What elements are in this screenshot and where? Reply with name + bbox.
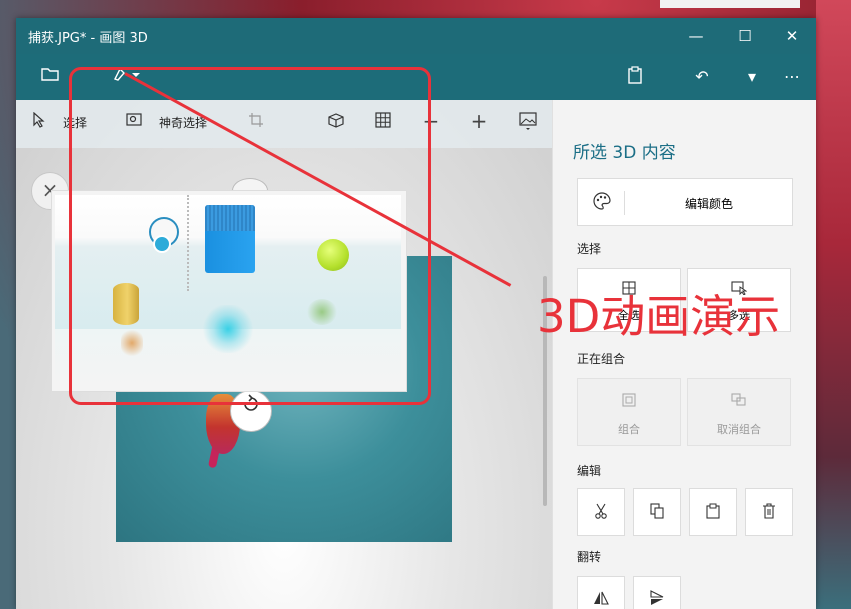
group-section-label: 正在组合 [577, 352, 626, 366]
group-button[interactable]: 组合 [577, 378, 681, 446]
window-title: 捕获.JPG* - 画图 3D [28, 31, 148, 46]
cut-button[interactable] [577, 488, 625, 536]
scissors-icon [578, 503, 624, 523]
flip-horizontal-icon [578, 590, 624, 609]
image-view-icon[interactable] [517, 112, 539, 136]
annotation-highlight-box [69, 67, 431, 405]
ungroup-icon [688, 393, 790, 411]
copy-button[interactable] [633, 488, 681, 536]
flip-horizontal-button[interactable] [577, 576, 625, 609]
folder-icon[interactable] [37, 66, 63, 88]
flip-vertical-icon [634, 590, 680, 609]
title-bar: 捕获.JPG* - 画图 3D — ☐ ✕ [16, 18, 816, 54]
paste-icon[interactable] [622, 66, 648, 88]
delete-button[interactable] [745, 488, 793, 536]
copy-icon [634, 503, 680, 523]
more-icon[interactable]: ⋯ [779, 66, 805, 88]
ungroup-label: 取消组合 [717, 423, 761, 436]
edit-color-label: 编辑颜色 [684, 197, 733, 211]
trash-icon [746, 503, 792, 523]
selected-3d-panel: 所选 3D 内容 编辑颜色 选择 全选 多选 正在组合 组合 取消组合 编辑 翻… [552, 100, 816, 609]
panel-title: 所选 3D 内容 [573, 143, 676, 163]
select-section-label: 选择 [577, 242, 602, 256]
undo-icon[interactable]: ↶ [689, 66, 715, 88]
history-dropdown-icon[interactable]: ▾ [739, 66, 765, 88]
palette-icon [593, 192, 611, 214]
desktop-window-edge [660, 0, 800, 8]
flip-section-label: 翻转 [577, 550, 602, 564]
annotation-label: 3D动画演示 [537, 290, 781, 343]
group-icon [578, 393, 680, 411]
select-arrow-icon[interactable] [28, 111, 50, 132]
edit-section-label: 编辑 [577, 464, 602, 478]
maximize-button[interactable]: ☐ [725, 23, 765, 49]
close-button[interactable]: ✕ [772, 23, 812, 49]
paste-button[interactable] [689, 488, 737, 536]
group-label: 组合 [618, 423, 640, 436]
paste-icon [690, 503, 736, 523]
desktop-right-edge [816, 0, 851, 609]
minimize-button[interactable]: — [676, 23, 716, 49]
flip-vertical-button[interactable] [633, 576, 681, 609]
ungroup-button[interactable]: 取消组合 [687, 378, 791, 446]
zoom-in-icon[interactable]: + [468, 109, 490, 133]
edit-color-button[interactable]: 编辑颜色 [577, 178, 793, 226]
